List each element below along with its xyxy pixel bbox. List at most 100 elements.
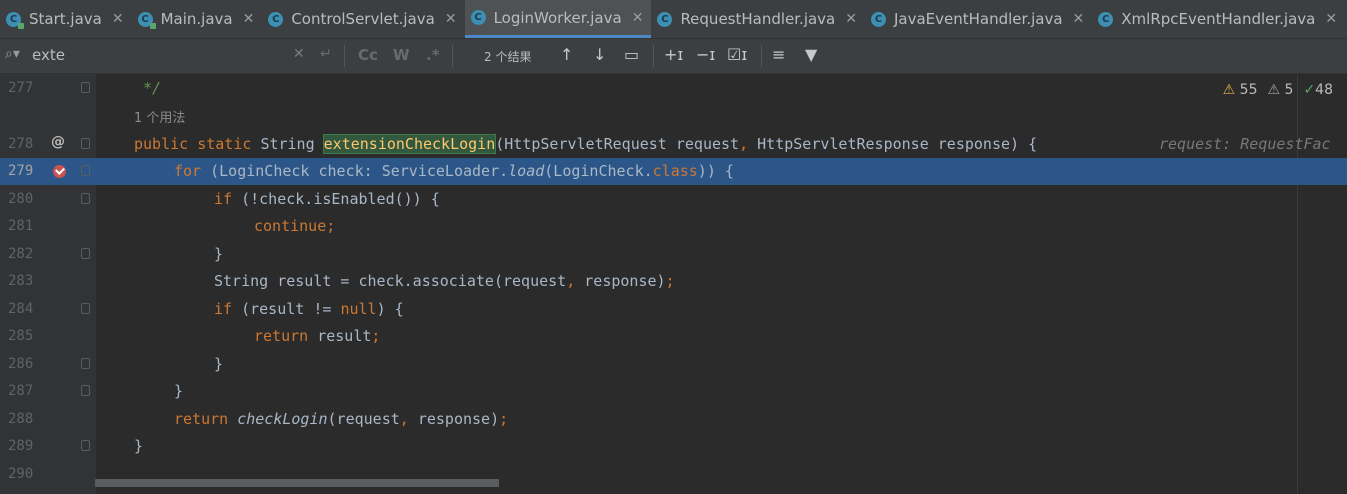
separator — [344, 45, 345, 67]
separator — [653, 45, 654, 67]
code-text: public static String extensionCheckLogin… — [134, 134, 1038, 154]
close-icon[interactable]: ✕ — [112, 11, 124, 27]
separator — [452, 45, 453, 67]
tab-main-java[interactable]: C Main.java ✕ — [132, 0, 263, 38]
line-number: 279 — [8, 163, 34, 179]
close-icon[interactable]: ✕ — [243, 11, 255, 27]
code-text: String result = check.associate(request,… — [214, 272, 675, 290]
code-line[interactable]: 278 @ public static String extensionChec… — [0, 131, 1347, 158]
line-number: 285 — [8, 328, 34, 344]
fold-icon[interactable] — [81, 385, 90, 396]
code-line[interactable]: 288 return checkLogin(request, response)… — [0, 406, 1347, 433]
fold-icon[interactable] — [81, 138, 90, 149]
usage-hint-line: 1 个用法 — [0, 103, 1347, 130]
remove-selection-icon[interactable]: −ɪ — [696, 45, 715, 64]
line-number: 278 — [8, 136, 34, 152]
line-number: 288 — [8, 411, 34, 427]
code-line[interactable]: 283 String result = check.associate(requ… — [0, 268, 1347, 295]
line-number: 284 — [8, 301, 34, 317]
tab-controlservlet-java[interactable]: C ControlServlet.java ✕ — [262, 0, 464, 38]
tab-label: XmlRpcEventHandler.java — [1121, 10, 1316, 28]
close-icon[interactable]: ✕ — [845, 11, 857, 27]
regex-button[interactable]: .* — [426, 46, 440, 64]
line-number: 290 — [8, 466, 34, 482]
line-number: 283 — [8, 273, 34, 289]
java-class-icon: C — [870, 11, 886, 27]
fold-icon[interactable] — [81, 82, 90, 93]
code-text: return result; — [254, 327, 381, 345]
java-class-run-icon: C — [6, 11, 24, 29]
line-number: 282 — [8, 246, 34, 262]
multiline-icon[interactable]: ≡ — [772, 45, 785, 64]
code-text: if (!check.isEnabled()) { — [214, 190, 440, 208]
filter-window-icon[interactable]: ▭ — [624, 45, 639, 64]
usage-hint[interactable]: 1 个用法 — [134, 107, 185, 126]
fold-icon[interactable] — [81, 248, 90, 259]
line-number: 286 — [8, 356, 34, 372]
fold-icon[interactable] — [81, 358, 90, 369]
code-line[interactable]: 285 return result; — [0, 323, 1347, 350]
clear-icon[interactable]: ✕ — [293, 46, 305, 62]
close-icon[interactable]: ✕ — [1073, 11, 1085, 27]
fold-icon[interactable] — [81, 193, 90, 204]
search-result-count: 2 个结果 — [484, 50, 532, 64]
override-annotation-icon[interactable]: @ — [51, 134, 65, 150]
search-icon[interactable]: ⌕▾ — [5, 46, 20, 62]
whole-words-button[interactable]: W — [393, 46, 410, 64]
code-line[interactable]: 280 if (!check.isEnabled()) { — [0, 186, 1347, 213]
java-class-icon: C — [470, 10, 486, 25]
tab-requesthandler-java[interactable]: C RequestHandler.java ✕ — [651, 0, 865, 38]
code-text: return checkLogin(request, response); — [174, 410, 509, 428]
select-all-occurrences-icon[interactable]: ☑ɪ — [727, 45, 747, 64]
line-number: 281 — [8, 218, 34, 234]
code-editor[interactable]: ⚠ 55 ⚠ 5 ✓48 277 */ 1 个用法 278 @ public s… — [0, 74, 1347, 494]
tab-javaeventhandler-java[interactable]: C JavaEventHandler.java ✕ — [865, 0, 1092, 38]
code-line[interactable]: 287 } — [0, 378, 1347, 405]
close-icon[interactable]: ✕ — [445, 11, 457, 27]
tab-label: Start.java — [29, 10, 102, 28]
java-class-run-icon: C — [137, 11, 156, 29]
fold-icon[interactable] — [81, 165, 90, 176]
close-icon[interactable]: ✕ — [632, 10, 644, 26]
code-line-current[interactable]: 279 for (LoginCheck check: ServiceLoader… — [0, 158, 1347, 185]
fold-icon[interactable] — [81, 303, 90, 314]
code-line[interactable]: 282 } — [0, 241, 1347, 268]
match-case-button[interactable]: Cc — [358, 46, 378, 64]
tab-label: Main.java — [160, 10, 233, 28]
search-input[interactable]: exte — [32, 46, 65, 64]
breakpoint-icon[interactable] — [53, 165, 66, 178]
java-class-icon: C — [657, 11, 673, 27]
separator — [761, 45, 762, 67]
line-number: 289 — [8, 438, 34, 454]
horizontal-scrollbar[interactable] — [95, 479, 499, 487]
code-line[interactable]: 286 } — [0, 351, 1347, 378]
line-number: 287 — [8, 383, 34, 399]
next-occurrence-icon[interactable]: ↓ — [593, 45, 606, 64]
java-class-icon: C — [1098, 11, 1114, 27]
tab-label: RequestHandler.java — [680, 10, 836, 28]
previous-occurrence-icon[interactable]: ↑ — [560, 45, 573, 64]
add-selection-icon[interactable]: +ɪ — [664, 45, 683, 64]
filter-icon[interactable]: ▼ — [805, 45, 817, 64]
tab-label: LoginWorker.java — [493, 8, 622, 27]
tab-start-java[interactable]: C Start.java ✕ — [0, 0, 132, 38]
code-line[interactable]: 289 } — [0, 433, 1347, 460]
code-text: */ — [134, 79, 162, 97]
code-line[interactable]: 284 if (result != null) { — [0, 296, 1347, 323]
java-class-icon: C — [268, 11, 284, 27]
tab-loginworker-java[interactable]: C LoginWorker.java ✕ — [464, 0, 652, 38]
code-line[interactable]: 277 */ — [0, 75, 1347, 102]
code-text: } — [134, 437, 144, 455]
close-icon[interactable]: ✕ — [1325, 11, 1337, 27]
new-line-icon[interactable]: ↵ — [320, 46, 332, 62]
fold-icon[interactable] — [81, 440, 90, 451]
code-text: } — [214, 245, 224, 263]
code-text: for (LoginCheck check: ServiceLoader.loa… — [174, 162, 734, 180]
find-bar: ⌕▾ exte ✕ ↵ Cc W .* 2 个结果 ↑ ↓ ▭ +ɪ −ɪ ☑ɪ… — [0, 39, 1347, 74]
code-text: continue; — [254, 217, 336, 235]
line-number: 277 — [8, 80, 34, 96]
line-number: 280 — [8, 191, 34, 207]
code-line[interactable]: 281 continue; — [0, 213, 1347, 240]
tab-xmlrpceventhandler-java[interactable]: C XmlRpcEventHandler.java ✕ — [1092, 0, 1345, 38]
editor-tab-bar: C Start.java ✕ C Main.java ✕ C ControlSe… — [0, 0, 1347, 39]
